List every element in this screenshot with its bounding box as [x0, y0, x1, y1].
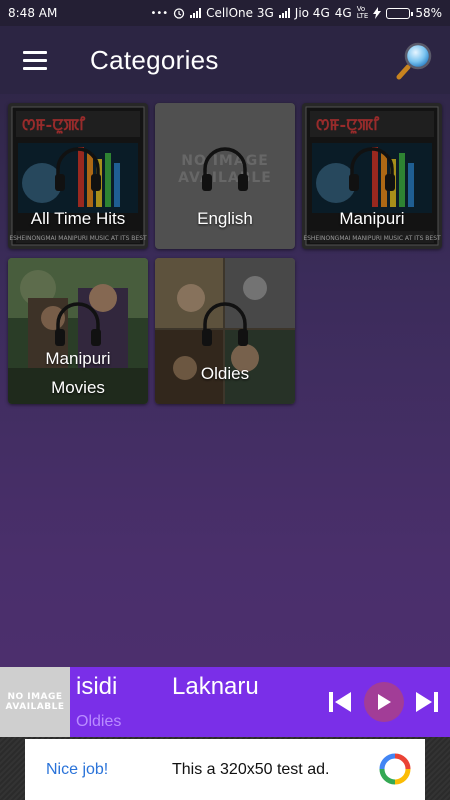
category-tile-oldies[interactable]: Oldies: [155, 258, 295, 404]
category-tile-manipuri-movies[interactable]: Manipuri Movies: [8, 258, 148, 404]
category-tile-english[interactable]: NO IMAGE AVAILABLE English: [155, 103, 295, 249]
mini-player[interactable]: NO IMAGE AVAILABLE isidi Laknaru Oldies: [0, 667, 450, 737]
ad-banner-area: Nice job! This a 320x50 test ad.: [0, 737, 450, 800]
status-bar: 8:48 AM ••• CellOne 3G Jio 4G 4G Vo LTE …: [0, 0, 450, 26]
headphones-icon: [202, 147, 248, 191]
player-thumb-text: NO IMAGE AVAILABLE: [5, 692, 65, 712]
headphones-icon: [349, 147, 395, 191]
player-info[interactable]: isidi Laknaru Oldies: [70, 667, 315, 737]
volte-indicator: Vo LTE: [356, 5, 369, 20]
category-label: All Time Hits: [30, 209, 126, 228]
category-tile-manipuri[interactable]: ꯁꯝ-ꯅꯨꯄꯤ ESHEINONGMAI MANIPURI MUSIC AT I…: [302, 103, 442, 249]
category-label: Manipuri Movies: [8, 344, 148, 402]
signal-icon: [278, 8, 290, 18]
ad-banner[interactable]: Nice job! This a 320x50 test ad.: [25, 739, 425, 800]
charging-icon: [373, 7, 382, 19]
previous-icon[interactable]: [327, 690, 353, 714]
magnifier-search-icon[interactable]: [396, 40, 434, 80]
ad-nice-job: Nice job!: [46, 760, 109, 778]
player-controls: [315, 667, 450, 737]
notification-dots: •••: [150, 7, 169, 19]
network-type: 4G: [334, 6, 352, 20]
battery-icon: [386, 7, 414, 19]
carrier-1: CellOne 3G: [206, 6, 274, 20]
player-thumbnail: NO IMAGE AVAILABLE: [0, 667, 70, 737]
category-tile-all-time-hits[interactable]: ꯁꯝ-ꯅꯨꯄꯤ ESHEINONGMAI MANIPURI MUSIC AT I…: [8, 103, 148, 249]
category-label: Oldies: [200, 364, 250, 383]
hamburger-menu-icon[interactable]: [0, 26, 70, 94]
headphones-icon: [55, 147, 101, 191]
category-label-text: Manipuri Movies: [45, 349, 111, 397]
carrier-2: Jio 4G: [294, 6, 330, 20]
headphones-icon: [202, 302, 248, 346]
status-time: 8:48 AM: [8, 6, 58, 20]
battery-percent: 58%: [415, 6, 442, 20]
page-title: Categories: [90, 44, 219, 75]
now-playing-category: Oldies: [76, 713, 122, 730]
now-playing-title: isidi Laknaru: [76, 673, 259, 700]
google-ads-logo-icon: [379, 753, 411, 785]
play-icon[interactable]: [363, 682, 404, 722]
app-bar: Categories: [0, 26, 450, 94]
signal-icon: [190, 8, 202, 18]
category-label: English: [197, 209, 253, 228]
ad-text: This a 320x50 test ad.: [172, 760, 330, 778]
category-label: Manipuri: [339, 209, 405, 228]
next-icon[interactable]: [414, 690, 440, 714]
alarm-icon: [174, 8, 185, 19]
